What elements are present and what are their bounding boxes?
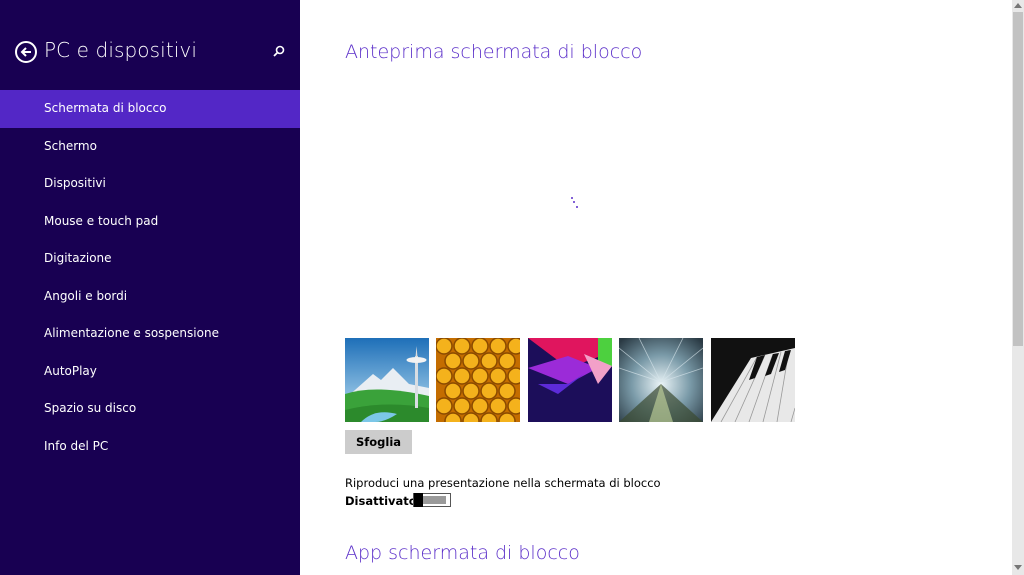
page-title: PC e dispositivi: [44, 38, 198, 62]
vertical-scrollbar[interactable]: [1012, 0, 1024, 575]
thumbnail-tunnel[interactable]: [619, 338, 703, 422]
slideshow-state-label: Disattivato: [345, 494, 417, 508]
sidebar-item-pc-info[interactable]: Info del PC: [0, 428, 300, 466]
search-icon: [273, 45, 285, 57]
sidebar-nav: Schermata di blocco Schermo Dispositivi …: [0, 90, 300, 465]
sidebar-item-typing[interactable]: Digitazione: [0, 240, 300, 278]
slideshow-label: Riproduci una presentazione nella scherm…: [345, 476, 661, 490]
scroll-down-icon[interactable]: [1014, 565, 1022, 570]
sidebar-item-lock-screen[interactable]: Schermata di blocco: [0, 90, 300, 128]
sidebar-item-power-sleep[interactable]: Alimentazione e sospensione: [0, 315, 300, 353]
scroll-thumb[interactable]: [1013, 12, 1023, 346]
thumbnail-geometric[interactable]: [528, 338, 612, 422]
slideshow-toggle[interactable]: [413, 493, 451, 507]
sidebar-item-mouse-touchpad[interactable]: Mouse e touch pad: [0, 203, 300, 241]
sidebar-item-disk-space[interactable]: Spazio su disco: [0, 390, 300, 428]
back-arrow-icon: [20, 47, 31, 57]
preview-title: Anteprima schermata di blocco: [345, 41, 643, 63]
back-button[interactable]: [15, 41, 37, 63]
browse-button[interactable]: Sfoglia: [345, 430, 412, 454]
sidebar-item-devices[interactable]: Dispositivi: [0, 165, 300, 203]
sidebar-header: PC e dispositivi: [0, 0, 300, 90]
scroll-up-icon[interactable]: [1014, 3, 1022, 8]
apps-title: App schermata di blocco: [345, 542, 580, 564]
thumbnail-piano[interactable]: [711, 338, 795, 422]
main-content: Anteprima schermata di blocco Sfoglia Ri…: [300, 0, 1012, 575]
search-button[interactable]: [271, 44, 287, 60]
sidebar-item-autoplay[interactable]: AutoPlay: [0, 353, 300, 391]
thumbnail-honeycomb[interactable]: [436, 338, 520, 422]
sidebar-item-corners-edges[interactable]: Angoli e bordi: [0, 278, 300, 316]
sidebar: PC e dispositivi Schermata di blocco Sch…: [0, 0, 300, 575]
thumbnail-space-needle[interactable]: [345, 338, 429, 422]
toggle-knob: [414, 493, 423, 507]
sidebar-item-display[interactable]: Schermo: [0, 128, 300, 166]
loading-spinner-icon: [571, 197, 579, 209]
